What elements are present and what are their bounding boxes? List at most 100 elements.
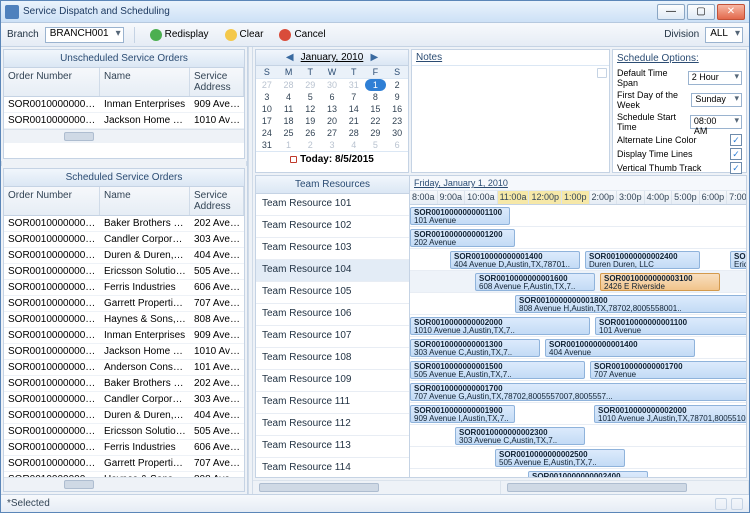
calendar-day[interactable]: 14 bbox=[343, 103, 365, 115]
calendar-day[interactable]: 30 bbox=[386, 127, 408, 139]
appointment[interactable]: SOR0010000000001100101 Avenue A,Austin,T… bbox=[595, 317, 746, 335]
calendar-day[interactable]: 18 bbox=[278, 115, 300, 127]
table-row[interactable]: SOR0010000000002900Inman Enterprises909 … bbox=[4, 97, 244, 113]
table-row[interactable]: SOR0010000000002000Jackson Home and Gard… bbox=[4, 344, 244, 360]
schedule-row[interactable]: SOR0010000000001600608 Avenue F,Austin,T… bbox=[410, 271, 746, 293]
appointment[interactable]: SOR0010000000002500505 Avenue E,Austin,T… bbox=[495, 449, 625, 467]
calendar-day[interactable]: 2 bbox=[299, 139, 321, 151]
calendar-day[interactable]: 30 bbox=[321, 79, 343, 91]
appointment[interactable]: SOR0010000000001100101 Avenue A,Austin,T… bbox=[410, 207, 510, 225]
appointment[interactable]: SOR0010000000001400404 Avenue D,Austin,T… bbox=[450, 251, 580, 269]
team-row[interactable]: Team Resource 108 bbox=[256, 348, 409, 370]
maximize-button[interactable]: ▢ bbox=[687, 4, 715, 20]
team-row[interactable]: Team Resource 113 bbox=[256, 436, 409, 458]
team-list[interactable]: Team Resource 101Team Resource 102 Team R… bbox=[256, 194, 409, 477]
calendar-day[interactable]: 7 bbox=[343, 91, 365, 103]
appointment[interactable]: SOR0010000000001200202 Avenue B,Austin,T… bbox=[410, 229, 515, 247]
calendar-day[interactable]: 1 bbox=[278, 139, 300, 151]
calendar-day[interactable]: 2 bbox=[386, 79, 408, 91]
appointment[interactable]: SOR0010000000001700707 Avenue G,Austin,T… bbox=[590, 361, 746, 379]
table-row[interactable]: SOR0010000000002600Ferris Industries606 … bbox=[4, 440, 244, 456]
column-header[interactable]: Service Address bbox=[190, 68, 244, 96]
division-select[interactable]: ALL bbox=[705, 27, 743, 43]
calendar-day[interactable]: 28 bbox=[278, 79, 300, 91]
appointment[interactable]: SOR0010000000002400404 Avenue D,Austin,T… bbox=[528, 471, 648, 477]
appointment[interactable]: SOR0010000000002400Duren Duren, LLC bbox=[585, 251, 700, 269]
calendar-day[interactable]: 19 bbox=[299, 115, 321, 127]
appointment[interactable]: SOR00100000000020001010 Avenue J,Austin,… bbox=[594, 405, 746, 423]
calendar-today-button[interactable]: Today: 8/5/2015 bbox=[256, 151, 408, 167]
schedule-row[interactable]: SOR0010000000001700707 Avenue G,Austin,T… bbox=[410, 381, 746, 403]
option-select[interactable]: Sunday bbox=[691, 93, 742, 107]
calendar-day[interactable]: 16 bbox=[386, 103, 408, 115]
table-row[interactable]: SOR0010000000001800Haynes & Sons, LLC808… bbox=[4, 312, 244, 328]
schedule-row[interactable]: SOR0010000000002500505 Avenue E,Austin,T… bbox=[410, 447, 746, 469]
calendar-day[interactable]: 3 bbox=[256, 91, 278, 103]
option-select[interactable]: 2 Hour bbox=[688, 71, 742, 85]
team-row[interactable]: Team Resource 105 bbox=[256, 282, 409, 304]
appointment[interactable]: SOR0010000000002300303 Avenue C,Austin,T… bbox=[455, 427, 585, 445]
table-row[interactable]: SOR0010000000002100Anderson Consulting10… bbox=[4, 360, 244, 376]
unscheduled-hscroll[interactable] bbox=[4, 129, 244, 143]
status-icon-1[interactable] bbox=[715, 498, 727, 510]
schedule-hscroll[interactable] bbox=[253, 480, 749, 494]
column-header[interactable]: Service Address bbox=[190, 187, 244, 215]
column-header[interactable]: Order Number bbox=[4, 187, 100, 215]
appointment[interactable]: SOR0010000000001500505 Avenue E,Austin,T… bbox=[410, 361, 585, 379]
team-row[interactable]: Team Resource 101 bbox=[256, 194, 409, 216]
close-button[interactable]: ✕ bbox=[717, 4, 745, 20]
calendar-day[interactable]: 17 bbox=[256, 115, 278, 127]
calendar-day[interactable]: 12 bbox=[299, 103, 321, 115]
table-row[interactable]: SOR0010000000001500Ericsson Solutions, I… bbox=[4, 264, 244, 280]
team-row[interactable]: Team Resource 102 bbox=[256, 216, 409, 238]
cancel-button[interactable]: Cancel bbox=[274, 27, 330, 43]
column-header[interactable]: Order Number bbox=[4, 68, 100, 96]
calendar-day[interactable]: 31 bbox=[343, 79, 365, 91]
table-row[interactable]: SOR0010000000002200Baker Brothers Plumbi… bbox=[4, 376, 244, 392]
calendar-day[interactable]: 5 bbox=[299, 91, 321, 103]
table-row[interactable]: SOR0010000000001600Ferris Industries606 … bbox=[4, 280, 244, 296]
appointment[interactable]: SOR0010000000001300303 Avenue C,Austin,T… bbox=[410, 339, 540, 357]
schedule-row[interactable]: SOR0010000000002400404 Avenue D,Austin,T… bbox=[410, 469, 746, 477]
calendar-day[interactable]: 29 bbox=[365, 127, 387, 139]
schedule-row[interactable]: SOR0010000000001200202 Avenue B,Austin,T… bbox=[410, 227, 746, 249]
appointment[interactable]: SOR0010000000000500, 8005559103Ericsson … bbox=[730, 251, 746, 269]
scroll-thumb[interactable] bbox=[259, 483, 379, 492]
schedule-body[interactable]: SOR0010000000001100101 Avenue A,Austin,T… bbox=[410, 205, 746, 477]
calendar-day[interactable]: 31 bbox=[256, 139, 278, 151]
appointment[interactable]: SOR0010000000001700707 Avenue G,Austin,T… bbox=[410, 383, 746, 401]
calendar-grid[interactable]: SMTWTFS272829303112345678910111213141516… bbox=[256, 66, 408, 151]
schedule-row[interactable]: SOR0010000000001500505 Avenue E,Austin,T… bbox=[410, 359, 746, 381]
notes-body[interactable] bbox=[412, 66, 609, 172]
scroll-thumb[interactable] bbox=[64, 480, 94, 489]
unscheduled-rows[interactable]: SOR0010000000002900Inman Enterprises909 … bbox=[4, 97, 244, 129]
calendar-day[interactable]: 28 bbox=[343, 127, 365, 139]
table-row[interactable]: SOR0010000000002500Ericsson Solutions, I… bbox=[4, 424, 244, 440]
calendar-day[interactable]: 27 bbox=[321, 127, 343, 139]
team-row[interactable]: Team Resource 111 bbox=[256, 392, 409, 414]
calendar-day[interactable]: 20 bbox=[321, 115, 343, 127]
table-row[interactable]: SOR0010000000002300Candler Corporation30… bbox=[4, 392, 244, 408]
scheduled-rows[interactable]: SOR0010000000001200Baker Brothers Plumbi… bbox=[4, 216, 244, 477]
edit-notes-icon[interactable] bbox=[597, 68, 607, 78]
schedule-row[interactable]: SOR0010000000002300303 Avenue C,Austin,T… bbox=[410, 425, 746, 447]
schedule-row[interactable]: SOR0010000000001300303 Avenue C,Austin,T… bbox=[410, 337, 746, 359]
option-checkbox[interactable]: ✓ bbox=[730, 162, 742, 174]
table-row[interactable]: SOR0010000000001300Candler Corporation30… bbox=[4, 232, 244, 248]
calendar-day[interactable]: 15 bbox=[365, 103, 387, 115]
calendar-day[interactable]: 21 bbox=[343, 115, 365, 127]
table-row[interactable]: SOR0010000000001200Baker Brothers Plumbi… bbox=[4, 216, 244, 232]
team-row[interactable]: Team Resource 104 bbox=[256, 260, 409, 282]
calendar-day[interactable]: 11 bbox=[278, 103, 300, 115]
team-row[interactable]: Team Resource 114 bbox=[256, 458, 409, 477]
calendar-day[interactable]: 25 bbox=[278, 127, 300, 139]
team-row[interactable]: Team Resource 106 bbox=[256, 304, 409, 326]
table-row[interactable]: SOR0010000000002400Duren & Duren, LLC404… bbox=[4, 408, 244, 424]
calendar-day[interactable]: 4 bbox=[278, 91, 300, 103]
table-row[interactable]: SOR0010000000001700Garrett Properties, I… bbox=[4, 296, 244, 312]
scroll-thumb[interactable] bbox=[507, 483, 687, 492]
calendar-day[interactable]: 4 bbox=[343, 139, 365, 151]
schedule-row[interactable]: SOR0010000000001900909 Avenue I,Austin,T… bbox=[410, 403, 746, 425]
schedule-row[interactable]: SOR0010000000001100101 Avenue A,Austin,T… bbox=[410, 205, 746, 227]
team-row[interactable]: Team Resource 112 bbox=[256, 414, 409, 436]
